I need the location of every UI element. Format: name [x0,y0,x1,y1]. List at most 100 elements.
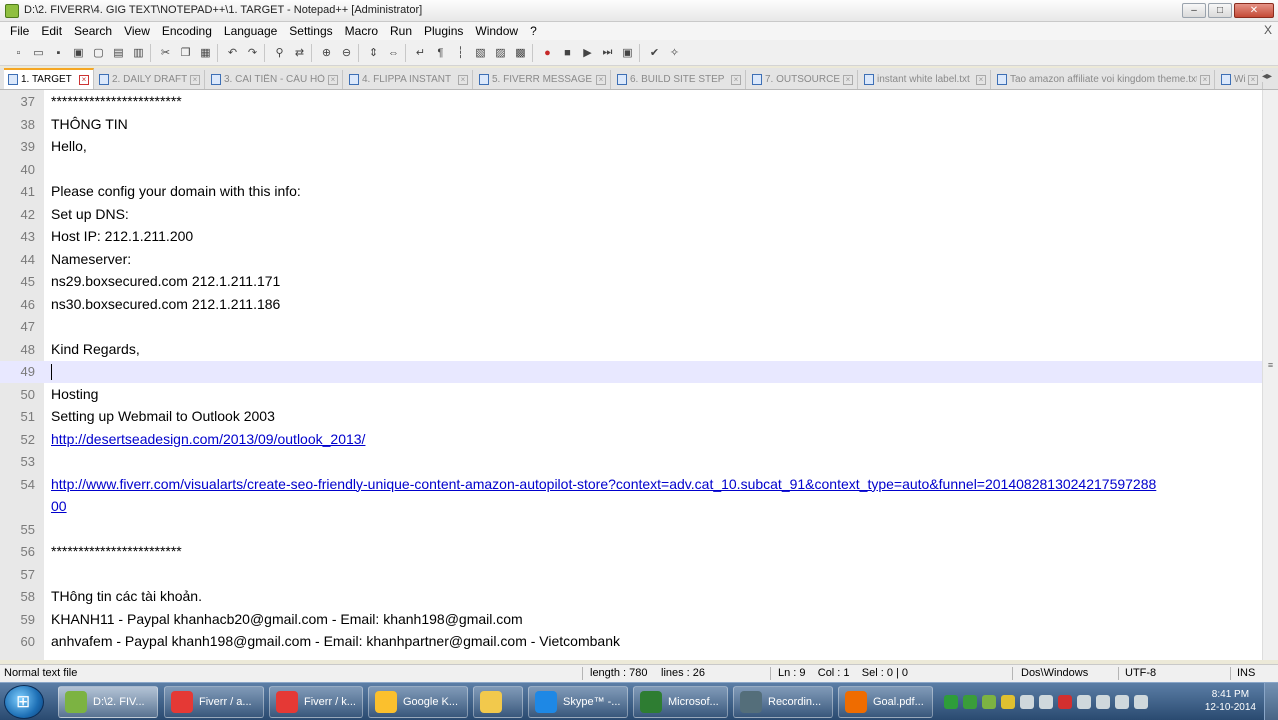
menu-macro[interactable]: Macro [339,24,384,38]
tab-close-icon[interactable]: × [328,74,338,85]
save-all-icon[interactable]: ▣ [70,44,87,61]
editor-line[interactable]: 44 Nameserver: [0,249,1262,271]
taskbar-button[interactable]: Goal.pdf... [838,686,933,718]
tab-close-icon[interactable]: × [79,74,89,85]
sync-horizontal-icon[interactable]: ⇔ [385,44,402,61]
cut-icon[interactable]: ✂ [157,44,174,61]
taskbar-button[interactable]: Skype™ -... [528,686,628,718]
tray-leaf-icon[interactable] [982,695,996,709]
play-macro-icon[interactable]: ▶ [579,44,596,61]
scroll-thumb-icon[interactable]: ≡ [1265,360,1276,372]
menu-help[interactable]: ? [524,24,543,38]
doc-map-icon[interactable]: ▨ [492,44,509,61]
plugin-icon[interactable]: ✧ [666,44,683,61]
editor-line[interactable]: 59 KHANH11 - Paypal khanhacb20@gmail.com … [0,609,1262,631]
tab-close-icon[interactable]: × [843,74,853,85]
menu-settings[interactable]: Settings [283,24,338,38]
hyperlink-text[interactable]: http://desertseadesign.com/2013/09/outlo… [51,431,365,447]
menu-view[interactable]: View [118,24,156,38]
document-tab[interactable]: 1. TARGET × [4,68,94,89]
print-icon[interactable]: ▥ [130,44,147,61]
editor-line[interactable]: 50 Hosting [0,384,1262,406]
menu-language[interactable]: Language [218,24,283,38]
document-tab[interactable]: Wi × [1217,70,1263,89]
close-icon[interactable]: ▢ [90,44,107,61]
taskbar-button[interactable]: D:\2. FIV... [58,686,158,718]
editor-line[interactable]: 57 [0,564,1262,586]
editor-line[interactable]: 53 [0,451,1262,473]
close-document-button[interactable]: X [1264,23,1272,37]
editor-line[interactable]: 42 Set up DNS: [0,204,1262,226]
document-tab[interactable]: 2. DAILY DRAFT × [95,70,205,89]
zoom-out-icon[interactable]: ⊖ [338,44,355,61]
taskbar-button[interactable]: Microsof... [633,686,728,718]
editor-area[interactable]: 37 ************************ 38 THÔNG TIN 39 H… [0,90,1278,660]
tray-x-icon[interactable] [1039,695,1053,709]
find-icon[interactable]: ⚲ [271,44,288,61]
editor-line[interactable]: 48 Kind Regards, [0,339,1262,361]
editor-line[interactable]: 46 ns30.boxsecured.com 212.1.211.186 [0,294,1262,316]
save-macro-icon[interactable]: ▣ [619,44,636,61]
menu-encoding[interactable]: Encoding [156,24,218,38]
taskbar-button[interactable]: Recordin... [733,686,833,718]
replace-icon[interactable]: ⇄ [291,44,308,61]
taskbar-button[interactable]: Fiverr / k... [269,686,363,718]
tab-scroll-arrows-icon[interactable]: ◂▸ [1259,71,1274,82]
menu-search[interactable]: Search [68,24,118,38]
redo-icon[interactable]: ↷ [244,44,261,61]
sync-vertical-icon[interactable]: ⇕ [365,44,382,61]
tab-close-icon[interactable]: × [596,74,606,85]
taskbar-button[interactable] [473,686,523,718]
menu-run[interactable]: Run [384,24,418,38]
new-file-icon[interactable]: ▫ [10,44,27,61]
open-file-icon[interactable]: ▭ [30,44,47,61]
editor-line[interactable]: 00 [0,496,1262,518]
editor-line[interactable]: 45 ns29.boxsecured.com 212.1.211.171 [0,271,1262,293]
stop-record-icon[interactable]: ■ [559,44,576,61]
minimize-button[interactable]: – [1182,3,1206,18]
spell-check-icon[interactable]: ✔ [646,44,663,61]
save-icon[interactable]: ▪ [50,44,67,61]
tab-close-icon[interactable]: × [976,74,986,85]
tray-shield-icon[interactable] [963,695,977,709]
paste-icon[interactable]: ▦ [197,44,214,61]
tab-close-icon[interactable]: × [1248,74,1258,85]
hyperlink-text[interactable]: 00 [51,498,67,514]
document-tab[interactable]: Tao amazon affiliate voi kingdom theme.t… [993,70,1215,89]
editor-line[interactable]: 55 [0,519,1262,541]
function-list-icon[interactable]: ▩ [512,44,529,61]
editor-line[interactable]: 58 THông tin các tài khoản. [0,586,1262,608]
tray-check-icon[interactable] [1001,695,1015,709]
editor-line[interactable]: 54 http://www.fiverr.com/visualarts/creat… [0,474,1262,496]
taskbar-button[interactable]: Fiverr / a... [164,686,264,718]
document-tab[interactable]: 5. FIVERR MESSAGE × [475,70,611,89]
document-tab[interactable]: instant white label.txt × [860,70,991,89]
editor-line[interactable]: 56 ************************ [0,541,1262,563]
document-tab[interactable]: 6. BUILD SITE STEP × [613,70,746,89]
run-macro-multiple-icon[interactable]: ⏭ [599,44,616,61]
taskbar-button[interactable]: Google K... [368,686,468,718]
editor-line[interactable]: 41 Please config your domain with this in… [0,181,1262,203]
editor-line[interactable]: 40 [0,159,1262,181]
word-wrap-icon[interactable]: ↵ [412,44,429,61]
copy-icon[interactable]: ❐ [177,44,194,61]
editor-line[interactable]: 38 THÔNG TIN [0,114,1262,136]
document-tab[interactable]: 7. OUTSOURCE × [748,70,858,89]
tab-close-icon[interactable]: × [1200,74,1210,85]
tab-close-icon[interactable]: × [731,74,741,85]
menu-edit[interactable]: Edit [35,24,68,38]
tray-green-icon[interactable] [944,695,958,709]
tray-volume-icon[interactable] [1134,695,1148,709]
tray-flag-icon[interactable] [1096,695,1110,709]
user-language-icon[interactable]: ▧ [472,44,489,61]
show-desktop-button[interactable] [1264,683,1278,720]
zoom-in-icon[interactable]: ⊕ [318,44,335,61]
vertical-scrollbar[interactable]: ≡ [1262,90,1278,660]
indent-guide-icon[interactable]: ┆ [452,44,469,61]
tab-close-icon[interactable]: × [458,74,468,85]
document-tab[interactable]: 3. CAI TIẾN - CÂU HỎI × [207,70,343,89]
maximize-button[interactable]: □ [1208,3,1232,18]
start-button[interactable] [4,685,44,719]
undo-icon[interactable]: ↶ [224,44,241,61]
close-all-icon[interactable]: ▤ [110,44,127,61]
